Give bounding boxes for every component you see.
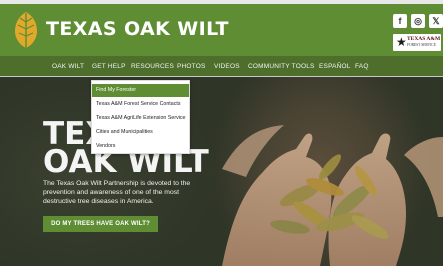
instagram-icon[interactable]: ◎ [411,14,425,28]
star-icon: ★ [396,35,407,49]
dropdown-item-cities-municipalities[interactable]: Cities and Municipalities [92,126,189,139]
site-title[interactable]: TEXAS OAK WILT [46,18,229,40]
hero-description: The Texas Oak Wilt Partnership is devote… [43,180,191,205]
oak-wilt-check-button[interactable]: DO MY TREES HAVE OAK WILT? [43,216,158,232]
nav-item-get-help[interactable]: GET HELP [92,63,126,70]
facebook-icon[interactable]: f [393,14,407,28]
oak-leaf-icon[interactable] [10,10,42,50]
agency-name: TEXAS A&M [407,36,441,42]
nav-item-resources[interactable]: RESOURCES [131,63,174,70]
nav-item-faq[interactable]: FAQ [355,63,369,70]
nav-item-photos[interactable]: PHOTOS [177,63,206,70]
twitter-icon[interactable]: 𝕏 [429,14,443,28]
site-header: TEXAS OAK WILT f ◎ 𝕏 ★ TEXAS A&M FOREST … [0,4,443,56]
agency-logo[interactable]: ★ TEXAS A&M FOREST SERVICE [393,34,441,51]
get-help-dropdown: Find My Forester Texas A&M Forest Servic… [91,80,190,154]
nav-item-videos[interactable]: VIDEOS [214,63,240,70]
dropdown-item-forest-service-contacts[interactable]: Texas A&M Forest Service Contacts [92,98,189,111]
nav-item-community-tools[interactable]: COMMUNITY TOOLS [248,63,315,70]
main-nav: OAK WILT GET HELP RESOURCES PHOTOS VIDEO… [0,56,443,77]
nav-item-oak-wilt[interactable]: OAK WILT [52,63,84,70]
dropdown-item-vendors[interactable]: Vendors [92,140,189,153]
nav-item-espanol[interactable]: ESPAÑOL [319,63,351,70]
dropdown-item-agrilife-extension[interactable]: Texas A&M AgriLife Extension Service [92,112,189,125]
dropdown-item-find-my-forester[interactable]: Find My Forester [92,84,189,97]
agency-subtitle: FOREST SERVICE [407,43,436,47]
hero-banner: TEXAS OAK WILT The Texas Oak Wilt Partne… [0,77,443,266]
